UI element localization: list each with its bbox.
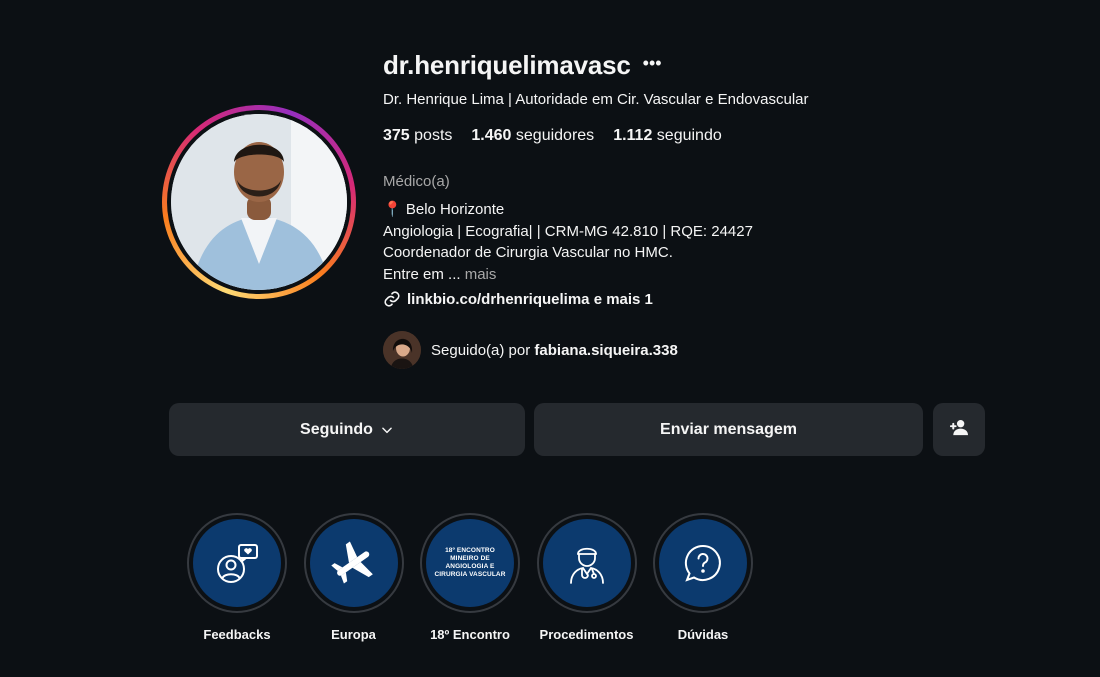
ellipsis-icon[interactable]: ••• xyxy=(643,54,662,72)
followed-by-prefix: Seguido(a) por xyxy=(431,341,531,359)
avatar-gap xyxy=(167,110,351,294)
posts-count: 375 xyxy=(383,127,410,144)
highlight-ring: 18º ENCONTRO MINEIRO DE ANGIOLOGIA E CIR… xyxy=(420,513,520,613)
cover-text-line: MINEIRO DE xyxy=(450,555,490,562)
bio-line-4-wrap: Entre em ... mais xyxy=(383,264,753,286)
cover-text-line: 18º ENCONTRO xyxy=(445,547,495,554)
following-button-label: Seguindo xyxy=(300,420,373,438)
bio-line-2: Angiologia | Ecografia| | CRM-MG 42.810 … xyxy=(383,222,753,240)
followed-by-user[interactable]: fabiana.siqueira.338 xyxy=(534,342,677,359)
username-row: dr.henriquelimavasc ••• xyxy=(383,50,662,81)
followed-by-row[interactable]: Seguido(a) por fabiana.siqueira.338 xyxy=(383,331,678,369)
highlight-label: 18º Encontro xyxy=(430,627,510,642)
avatar-illustration xyxy=(171,114,347,290)
profile-username: dr.henriquelimavasc xyxy=(383,50,631,80)
highlight-label: Feedbacks xyxy=(203,627,271,642)
followers-label: seguidores xyxy=(515,127,595,144)
doctor-icon xyxy=(569,547,604,584)
bio-line-1: Belo Horizonte xyxy=(405,201,505,218)
question-chat-icon xyxy=(684,544,721,582)
highlight-procedimentos[interactable]: Procedimentos xyxy=(536,513,637,642)
bio-location: 📍 Belo Horizonte xyxy=(383,199,753,221)
person-heart-chat-icon xyxy=(217,544,258,583)
followers-stat[interactable]: 1.460 seguidores xyxy=(471,127,594,145)
story-highlights: Feedbacks Europa 18º ENCONTRO MINEIRO DE… xyxy=(187,513,770,642)
following-stat[interactable]: 1.112 seguindo xyxy=(613,127,722,145)
chevron-down-icon xyxy=(380,423,394,437)
follower-avatar xyxy=(383,331,421,369)
highlight-duvidas[interactable]: Dúvidas xyxy=(653,513,753,642)
highlight-cover: 18º ENCONTRO MINEIRO DE ANGIOLOGIA E CIR… xyxy=(426,519,514,607)
highlight-cover-text: 18º ENCONTRO MINEIRO DE ANGIOLOGIA E CIR… xyxy=(434,547,505,579)
cover-text-line: ANGIOLOGIA E xyxy=(445,563,495,570)
suggest-users-button[interactable] xyxy=(933,403,985,456)
bio-more-link[interactable]: mais xyxy=(465,266,497,283)
profile-category: Médico(a) xyxy=(383,173,450,190)
highlight-europa[interactable]: Europa xyxy=(303,513,404,642)
link-text: linkbio.co/drhenriquelima e mais 1 xyxy=(407,290,653,308)
highlight-feedbacks[interactable]: Feedbacks xyxy=(187,513,287,642)
highlight-cover xyxy=(309,519,398,607)
cover-text-line: CIRURGIA VASCULAR xyxy=(434,571,506,578)
profile-full-name: Dr. Henrique Lima | Autoridade em Cir. V… xyxy=(383,91,809,108)
send-message-label: Enviar mensagem xyxy=(660,420,797,438)
pin-icon: 📍 xyxy=(383,201,402,218)
profile-stats: 375 posts 1.460 seguidores 1.112 seguind… xyxy=(383,127,722,145)
highlight-ring xyxy=(536,513,637,613)
bio-line-3: Coordenador de Cirurgia Vascular no HMC. xyxy=(383,244,673,261)
profile-link[interactable]: linkbio.co/drhenriquelima e mais 1 xyxy=(383,290,653,308)
highlight-cover xyxy=(193,519,281,607)
posts-label: posts xyxy=(414,127,453,144)
highlight-ring xyxy=(187,513,287,613)
following-label: seguindo xyxy=(656,127,722,144)
highlight-ring xyxy=(653,513,753,613)
add-person-icon xyxy=(949,418,969,441)
bio-line-4: Entre em ... xyxy=(383,265,461,283)
followers-count: 1.460 xyxy=(471,127,512,144)
following-count: 1.112 xyxy=(613,127,653,144)
link-icon xyxy=(383,290,401,308)
airplane-icon xyxy=(330,541,373,584)
highlight-label: Dúvidas xyxy=(677,627,729,642)
posts-stat: 375 posts xyxy=(383,127,452,145)
highlight-label: Procedimentos xyxy=(539,627,634,642)
following-button[interactable]: Seguindo xyxy=(169,403,525,456)
profile-avatar-ring[interactable] xyxy=(162,105,356,299)
send-message-button[interactable]: Enviar mensagem xyxy=(534,403,923,456)
profile-avatar xyxy=(171,114,347,290)
highlight-cover xyxy=(659,519,747,607)
highlight-encontro[interactable]: 18º ENCONTRO MINEIRO DE ANGIOLOGIA E CIR… xyxy=(420,513,520,642)
highlight-ring xyxy=(303,513,404,613)
highlight-cover xyxy=(542,519,631,607)
profile-bio: 📍 Belo Horizonte Angiologia | Ecografia|… xyxy=(383,199,753,285)
highlight-label: Europa xyxy=(331,627,376,642)
